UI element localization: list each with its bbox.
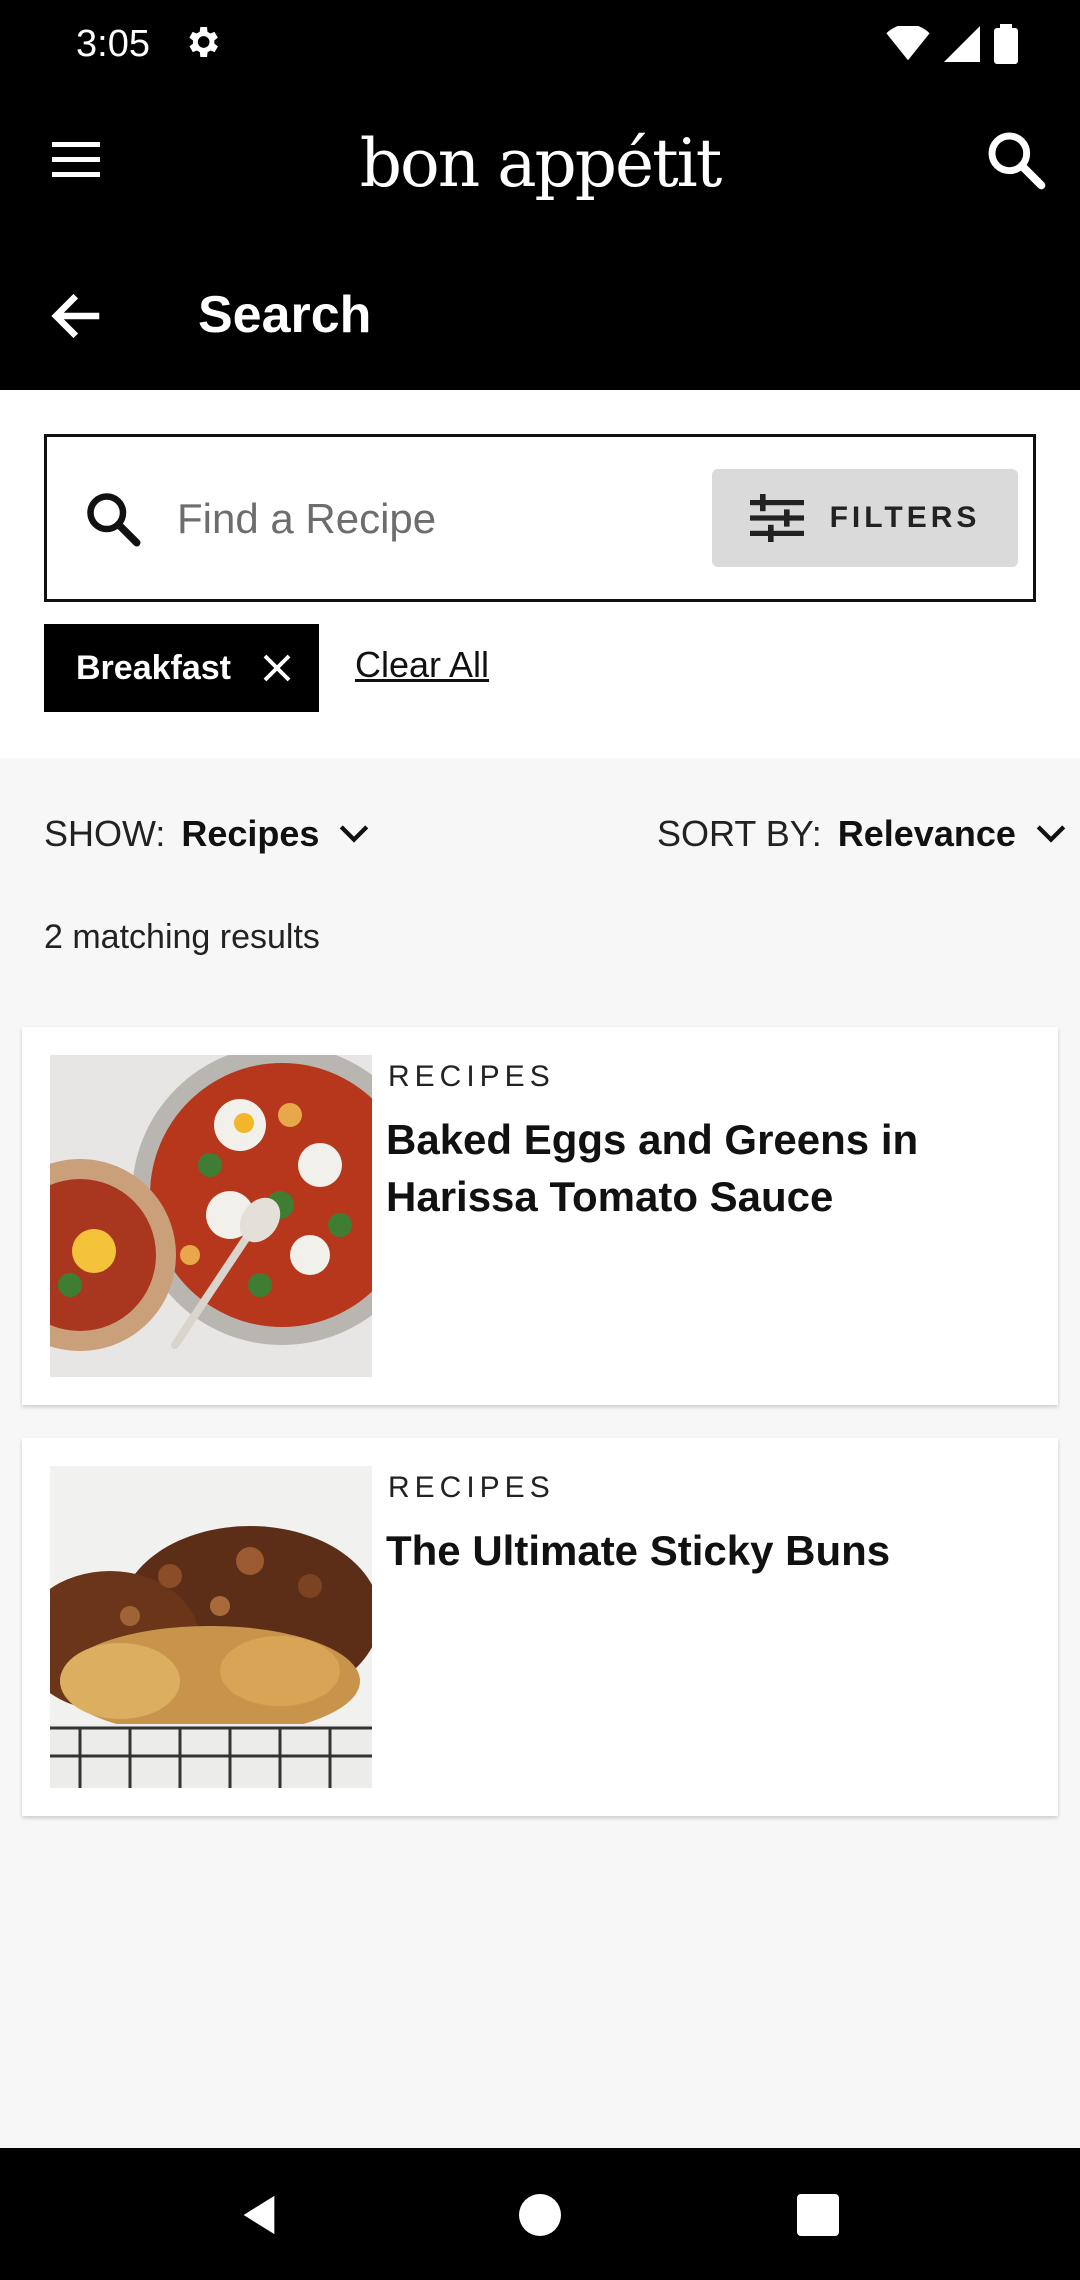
settings-gear-icon [189, 27, 218, 57]
sort-label: SORT BY: [657, 813, 822, 854]
status-bar: 3:05 [0, 0, 1080, 88]
cell-signal-icon [944, 26, 980, 62]
search-panel: FILTERS Breakfast Clear All [0, 390, 1080, 758]
sort-value: Relevance [837, 813, 1016, 854]
show-value: Recipes [181, 813, 320, 854]
show-dropdown[interactable]: SHOW: Recipes [44, 808, 371, 860]
filter-chip-breakfast: Breakfast [44, 624, 319, 712]
status-indicators [886, 22, 1018, 66]
sticky-buns-image [50, 1466, 372, 1788]
card-title[interactable]: Baked Eggs and Greens in Harissa Tomato … [386, 1111, 1006, 1225]
search-header: Search [0, 236, 1080, 390]
search-field-icon [87, 493, 141, 547]
card-title[interactable]: The Ultimate Sticky Buns [386, 1522, 1006, 1579]
filters-button[interactable]: FILTERS [712, 469, 1018, 567]
nav-home-icon[interactable] [519, 2194, 561, 2236]
recipe-card[interactable]: RECIPES The Ultimate Sticky Buns [22, 1438, 1058, 1816]
nav-back-icon[interactable] [236, 2192, 282, 2238]
search-icon[interactable] [984, 128, 1048, 192]
chevron-down-icon [340, 825, 369, 843]
baked-eggs-image [50, 1055, 372, 1377]
wifi-icon [886, 26, 930, 61]
chevron-down-icon [1036, 825, 1066, 843]
nav-recents-icon[interactable] [797, 2194, 839, 2236]
app-bar: bon appétit [0, 88, 1080, 236]
chip-label: Breakfast [76, 648, 231, 687]
card-kicker: RECIPES [388, 1060, 555, 1093]
search-box: FILTERS [44, 434, 1036, 602]
brand-logo[interactable]: bon appétit [0, 122, 1080, 206]
back-arrow-icon[interactable] [46, 286, 106, 346]
card-kicker: RECIPES [388, 1471, 555, 1504]
page-title: Search [198, 286, 372, 344]
close-icon[interactable] [259, 650, 295, 686]
show-label: SHOW: [44, 813, 166, 854]
sort-dropdown[interactable]: SORT BY: Relevance [657, 808, 1068, 860]
filters-label: FILTERS [829, 501, 981, 534]
status-time: 3:05 [76, 23, 150, 65]
battery-icon [994, 24, 1018, 64]
system-nav-bar [0, 2148, 1080, 2280]
recipe-card[interactable]: RECIPES Baked Eggs and Greens in Harissa… [22, 1027, 1058, 1405]
filter-sliders-icon [749, 494, 804, 542]
clear-all-link[interactable]: Clear All [355, 644, 489, 686]
recipe-thumbnail[interactable] [50, 1055, 372, 1377]
recipe-search-input[interactable] [177, 483, 717, 555]
results-count: 2 matching results [44, 918, 320, 956]
recipe-thumbnail[interactable] [50, 1466, 372, 1788]
